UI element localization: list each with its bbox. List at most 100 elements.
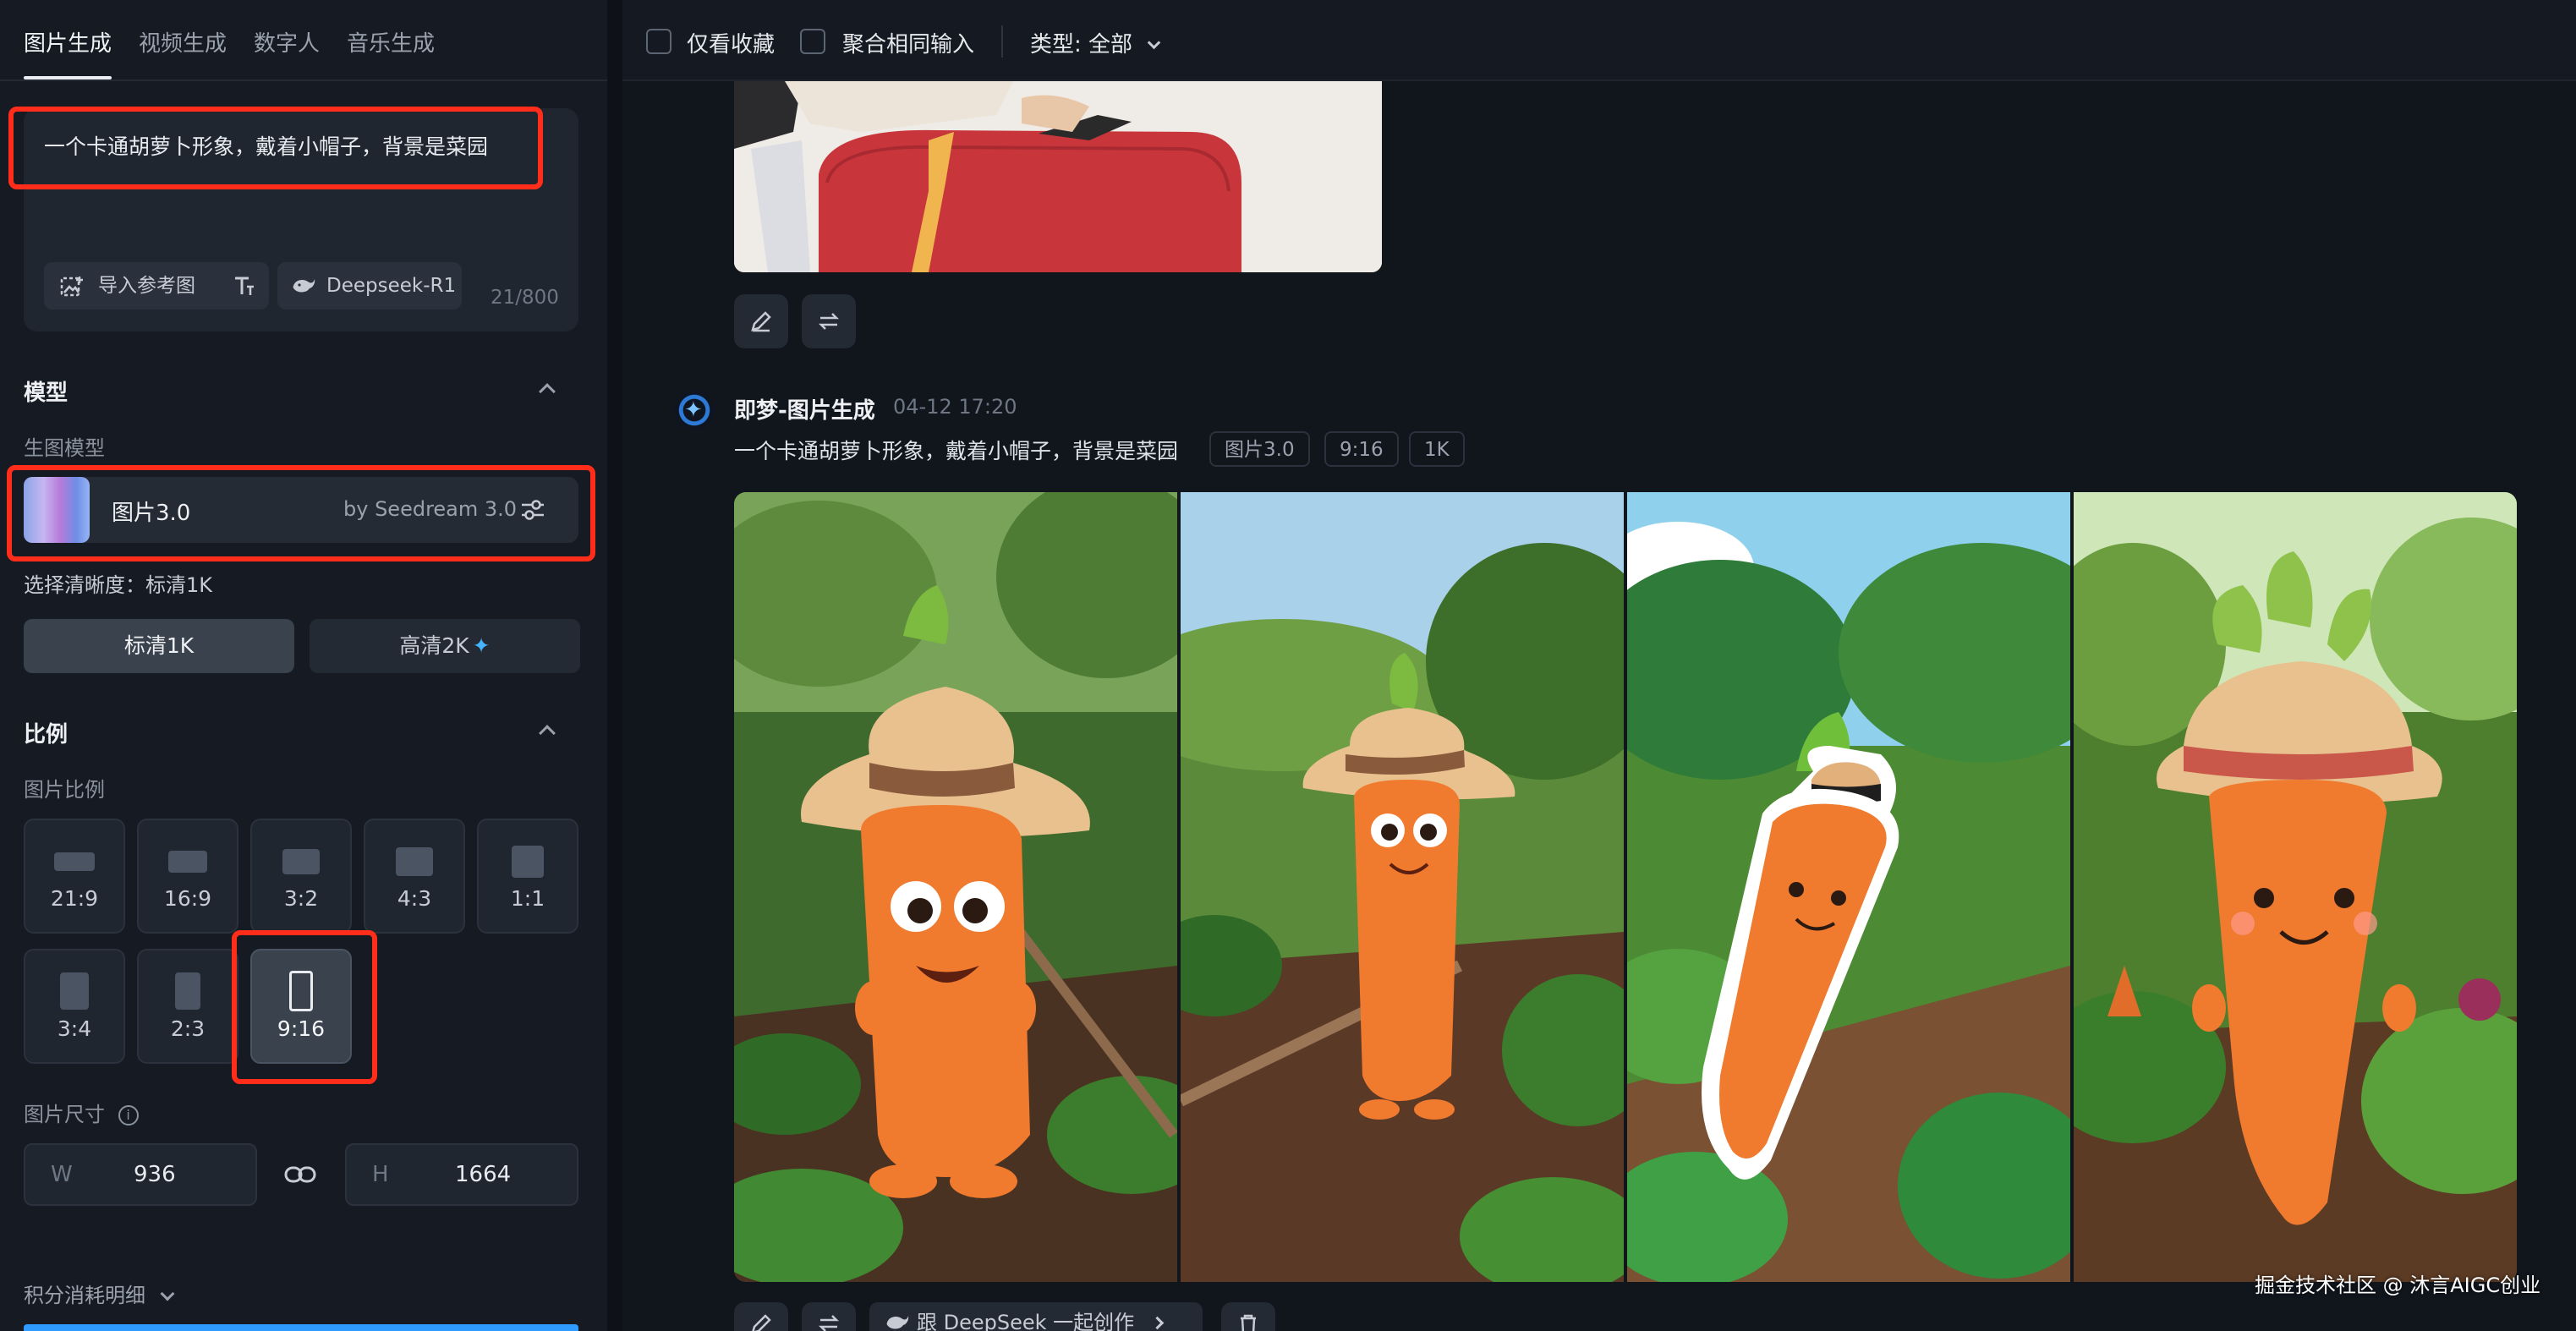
filter-bar: 仅看收藏 聚合相同输入 类型: 全部 [622, 0, 2576, 81]
previous-result-image[interactable] [734, 81, 1382, 272]
ratio-2-3[interactable]: 2:3 [137, 949, 238, 1064]
deepseek-model-chip[interactable]: Deepseek-R1 [277, 262, 462, 309]
credits-detail-label: 积分消耗明细 [24, 1284, 145, 1307]
refresh-icon [818, 1315, 840, 1331]
char-counter: 21/800 [491, 287, 559, 309]
height-value[interactable]: 1664 [455, 1162, 511, 1187]
tag-resolution: 1K [1409, 431, 1465, 467]
chevron-down-icon [160, 1286, 175, 1301]
carrot-image-3 [1627, 492, 2070, 1282]
width-prefix: W [51, 1162, 73, 1187]
text-format-button[interactable] [220, 262, 269, 309]
link-icon[interactable] [284, 1162, 316, 1187]
whale-icon [293, 279, 315, 293]
deepseek-model-label: Deepseek-R1 [326, 275, 457, 297]
tag-model: 图片3.0 [1209, 431, 1310, 467]
ratio-3-4-label: 3:4 [57, 1016, 92, 1041]
chevron-right-icon [1150, 1316, 1165, 1330]
type-filter-label: 类型: 全部 [1030, 32, 1133, 58]
import-reference-label: 导入参考图 [98, 275, 195, 297]
tab-digital-human[interactable]: 数字人 [254, 27, 320, 61]
result-image-4[interactable] [2074, 492, 2517, 1282]
watermark: 掘金技术社区 @ 沐言AIGC创业 [2255, 1273, 2541, 1297]
collapse-model-chevron-icon[interactable] [539, 383, 556, 400]
image-size-label: 图片尺寸 i [24, 1098, 139, 1127]
merge-inputs-checkbox[interactable] [800, 29, 825, 54]
type-filter-dropdown[interactable]: 类型: 全部 [1030, 27, 1161, 58]
highlight-prompt [8, 107, 543, 189]
main-feed: 仅看收藏 聚合相同输入 类型: 全部 ✦ 即梦-图片生成 04-12 17:20… [622, 0, 2576, 1331]
tab-video-gen[interactable]: 视频生成 [139, 27, 227, 61]
ratio-1-1-label: 1:1 [510, 886, 545, 911]
ratio-16-9-icon [168, 851, 207, 873]
ratio-21-9[interactable]: 21:9 [24, 819, 125, 934]
suitcase-illustration [734, 81, 1382, 272]
ratio-section-title: 比例 [24, 722, 69, 748]
result-image-2[interactable] [1181, 492, 1624, 1282]
info-icon[interactable]: i [118, 1105, 139, 1126]
generate-button-edge[interactable] [24, 1324, 578, 1331]
ratio-3-2-label: 3:2 [283, 886, 319, 911]
deepseek-create-button[interactable]: 跟 DeepSeek 一起创作 [869, 1302, 1203, 1331]
result-image-1[interactable] [734, 492, 1177, 1282]
carrot-image-2 [1181, 492, 1624, 1282]
message-prompt: 一个卡通胡萝卜形象，戴着小帽子，背景是菜园 [734, 439, 1179, 463]
refresh-icon [818, 313, 840, 330]
ratio-1-1-icon [512, 846, 544, 878]
highlight-ratio [232, 930, 377, 1084]
text-format-icon [235, 277, 254, 295]
sparkle-icon: ✦ [472, 633, 491, 658]
width-input[interactable]: W 936 [24, 1143, 257, 1206]
edit-button[interactable] [734, 294, 788, 348]
filter-divider [1001, 25, 1003, 58]
tab-image-gen[interactable]: 图片生成 [24, 27, 112, 61]
ratio-3-4[interactable]: 3:4 [24, 949, 125, 1064]
image-size-text: 图片尺寸 [24, 1103, 105, 1126]
regenerate-button-2[interactable] [802, 1302, 856, 1331]
import-reference-button[interactable]: 导入参考图 [44, 262, 235, 309]
ratio-3-2-icon [282, 849, 320, 874]
tab-music-gen[interactable]: 音乐生成 [347, 27, 435, 61]
star-icon: ✦ [684, 397, 703, 423]
resolution-label: 选择清晰度：标清1K [24, 573, 213, 597]
fav-only-checkbox[interactable] [646, 29, 671, 54]
merge-inputs-label[interactable]: 聚合相同输入 [842, 27, 974, 58]
ratio-2-3-label: 2:3 [170, 1016, 206, 1041]
tab-bar: 图片生成 视频生成 数字人 音乐生成 [0, 0, 607, 81]
message-title: 即梦-图片生成 [734, 398, 875, 424]
delete-button[interactable] [1221, 1302, 1275, 1331]
fav-only-label[interactable]: 仅看收藏 [687, 27, 775, 58]
image-add-icon [60, 277, 83, 297]
chevron-down-icon [1148, 36, 1161, 50]
ratio-4-3[interactable]: 4:3 [364, 819, 465, 934]
res-standard-1k-button[interactable]: 标清1K [24, 619, 294, 673]
tag-ratio: 9:16 [1324, 431, 1399, 467]
model-sub-label: 生图模型 [24, 436, 105, 460]
whale-icon [886, 1316, 909, 1329]
ratio-4-3-icon [396, 847, 433, 876]
collapse-ratio-chevron-icon[interactable] [539, 725, 556, 742]
ratio-21-9-label: 21:9 [50, 886, 99, 911]
width-value[interactable]: 936 [134, 1162, 176, 1187]
height-input[interactable]: H 1664 [345, 1143, 578, 1206]
ratio-16-9[interactable]: 16:9 [137, 819, 238, 934]
regenerate-button[interactable] [802, 294, 856, 348]
deepseek-create-label: 跟 DeepSeek 一起创作 [917, 1311, 1135, 1331]
ratio-3-2[interactable]: 3:2 [250, 819, 352, 934]
res-hd-2k-button[interactable]: 高清2K ✦ [310, 619, 580, 673]
height-prefix: H [372, 1162, 389, 1187]
ratio-1-1[interactable]: 1:1 [477, 819, 578, 934]
edit-button-2[interactable] [734, 1302, 788, 1331]
res-hd-2k-label: 高清2K [399, 633, 469, 658]
credits-detail-toggle[interactable]: 积分消耗明细 [24, 1279, 175, 1308]
carrot-image-4 [2074, 492, 2517, 1282]
result-image-3[interactable] [1627, 492, 2070, 1282]
pencil-icon [752, 1314, 771, 1331]
left-panel: 图片生成 视频生成 数字人 音乐生成 一个卡通胡萝卜形象，戴着小帽子，背景是菜园… [0, 0, 607, 1331]
ratio-sub-label: 图片比例 [24, 778, 105, 802]
trash-icon [1241, 1314, 1256, 1331]
message-time: 04-12 17:20 [893, 395, 1017, 419]
highlight-model [7, 465, 595, 561]
carrot-image-1 [734, 492, 1177, 1282]
result-grid [734, 492, 2517, 1282]
